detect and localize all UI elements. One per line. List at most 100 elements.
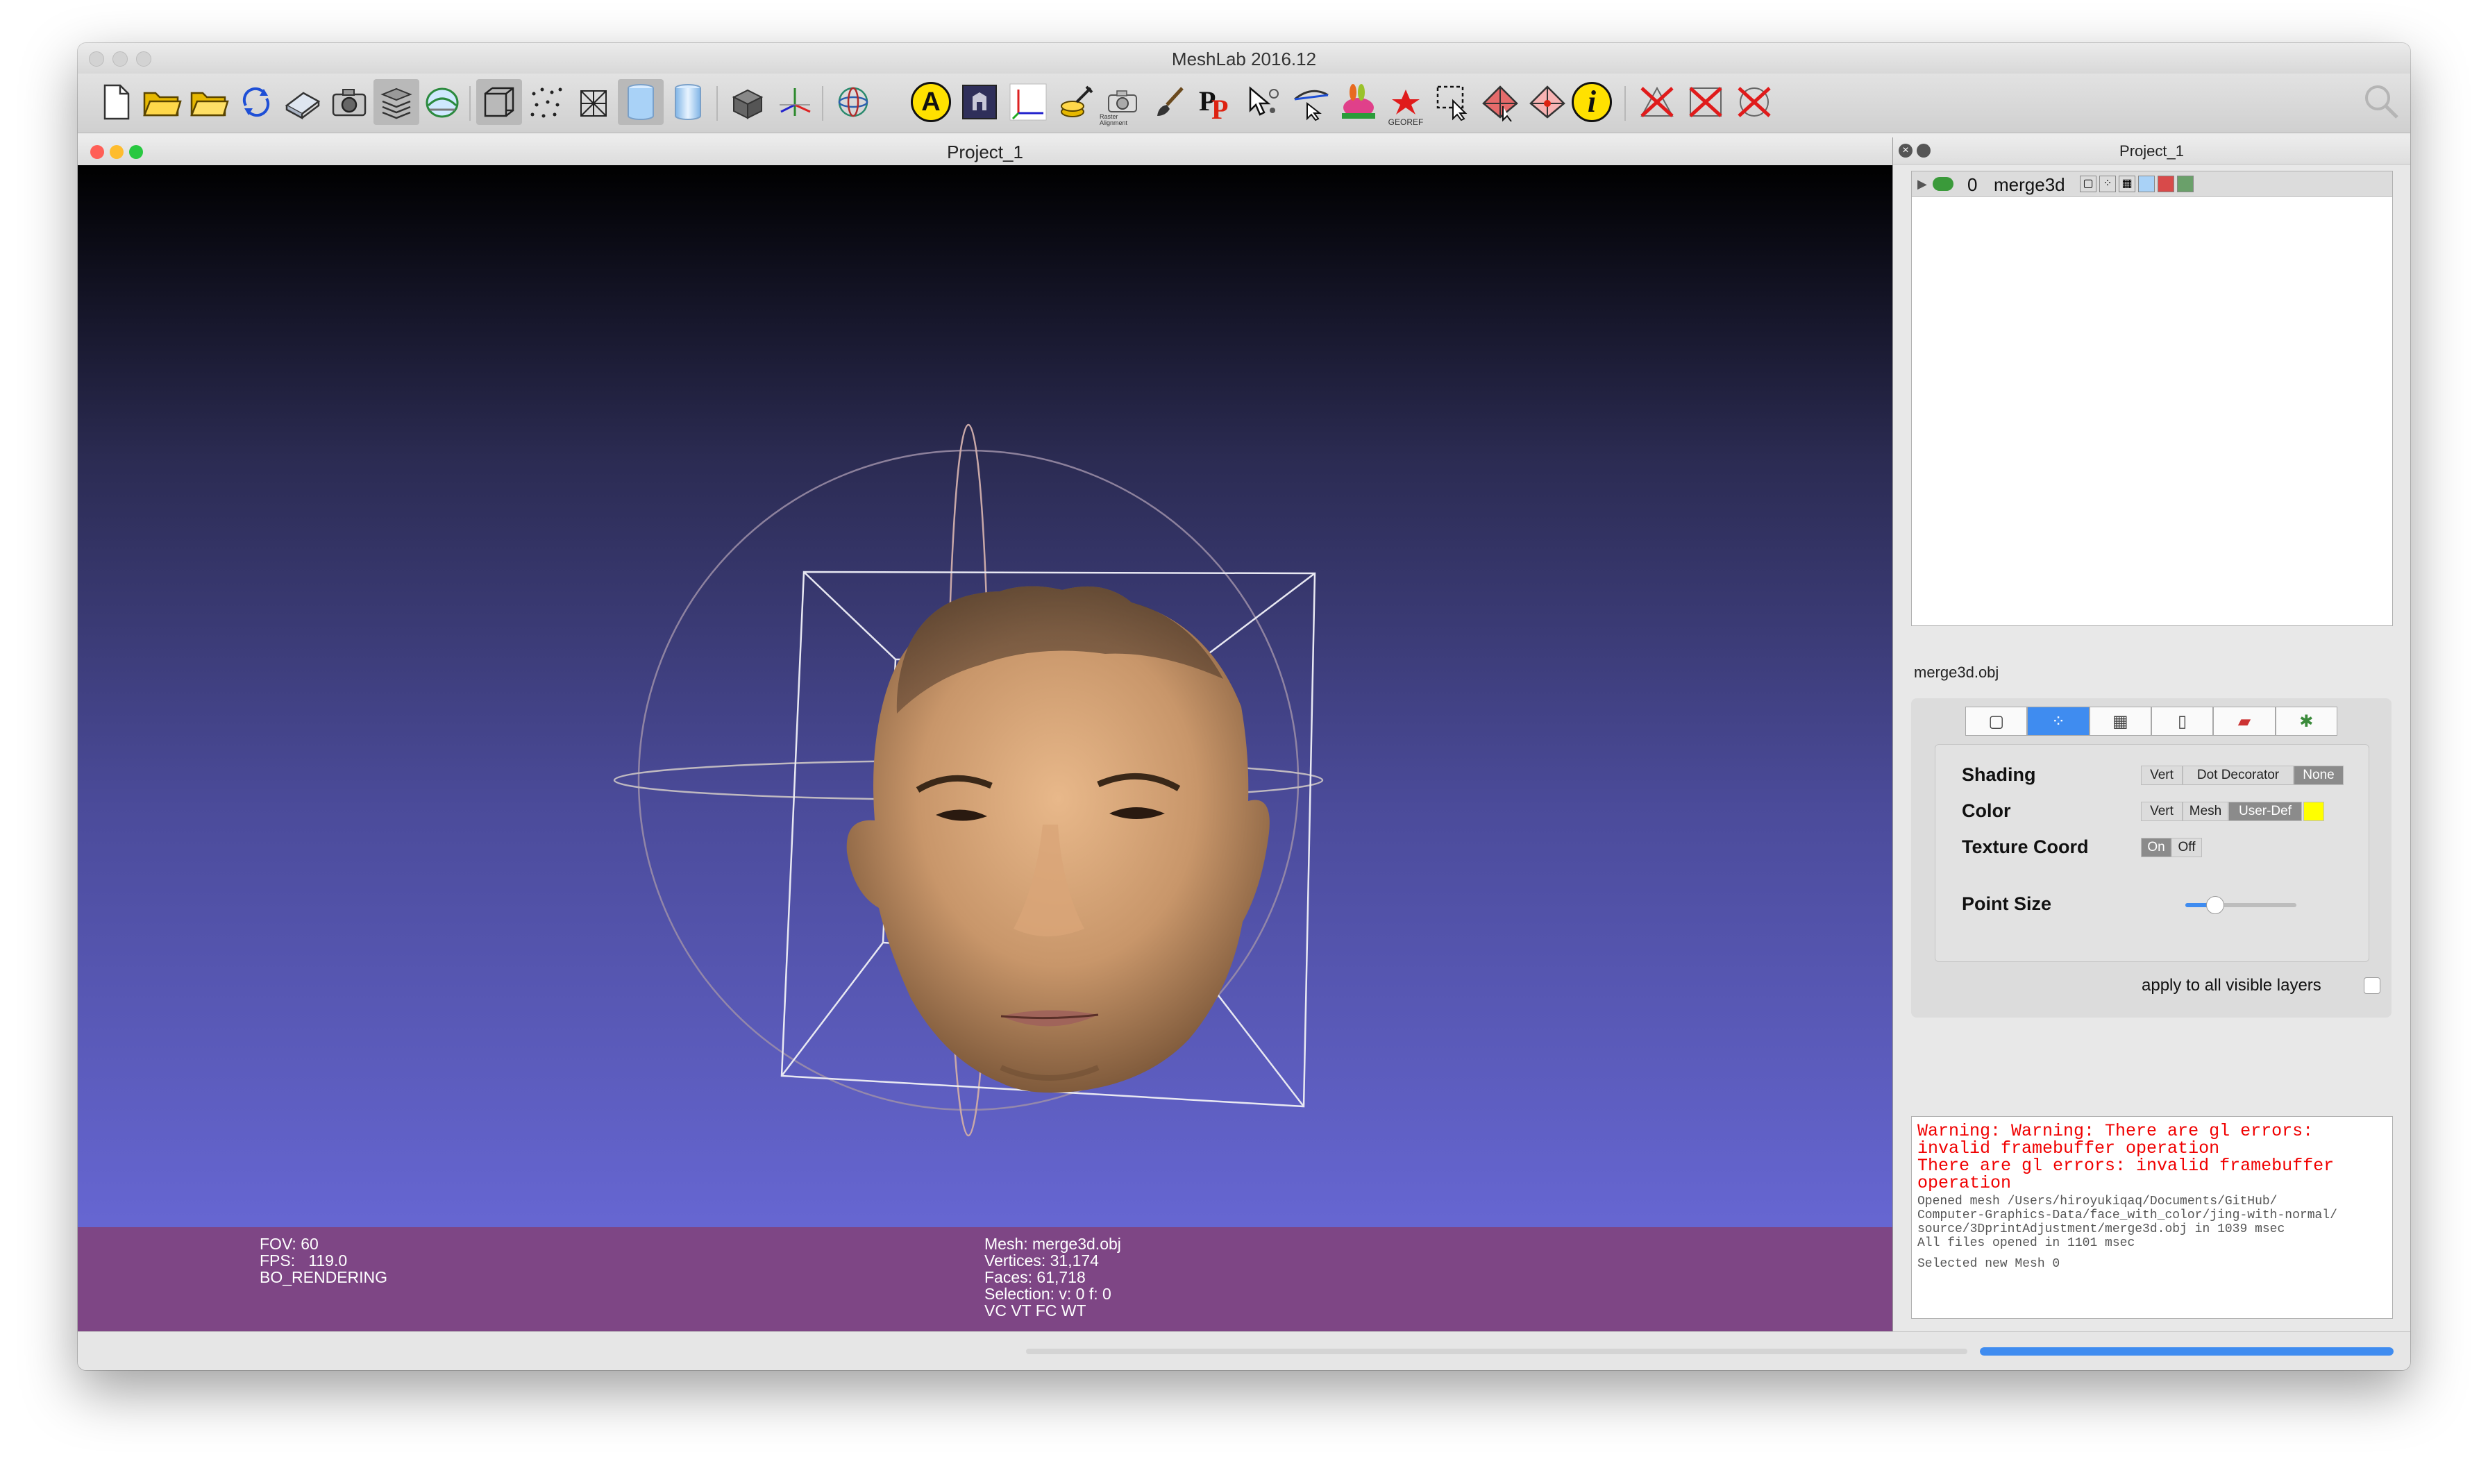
point-size-slider[interactable] [2185,896,2296,914]
camera-axes-icon[interactable] [1005,79,1051,125]
color-label: Color [1962,800,2011,821]
layer-dialog-header: × Project_1 [1893,137,2410,165]
trackball-icon[interactable] [830,79,876,125]
main-toolbar: A Raster Alignment PP GEOREF i [78,74,2410,133]
3d-viewport[interactable]: FOV: 60 FPS: 119.0 BO_RENDERING Mesh: me… [78,165,1892,1331]
shading-label: Shading [1962,764,2036,785]
rainbow-dome-icon[interactable] [419,79,465,125]
texture-coord-label: Texture Coord [1962,836,2089,857]
apply-all-layers-label: apply to all visible layers [2142,976,2321,995]
info-icon[interactable]: i [1572,82,1612,122]
raster-alignment-icon[interactable]: Raster Alignment [1100,79,1145,126]
grid-cube-icon[interactable] [725,79,771,125]
color-mesh-option[interactable]: Mesh [2183,802,2228,821]
horizontal-scrollbar[interactable] [1026,1349,1967,1354]
layer-list: ▶ 0 merge3d ▢ ⁘ ▦ [1911,171,2393,626]
delete-verts-icon[interactable] [1524,79,1570,125]
tab-solid-icon[interactable]: ▯ [2151,707,2214,736]
scene-svg [613,423,1324,1137]
layer-decorator-icon[interactable] [2177,176,2194,192]
meshlab-window: MeshLab 2016.12 A Raster Alignment P P G… [78,43,2410,1370]
layer-bbox-icon[interactable]: ▢ [2080,176,2096,192]
layer-texture-icon[interactable] [2158,176,2174,192]
log-info-line-2: Computer-Graphics-Data/face_with_color/j… [1917,1208,2337,1222]
pp-logo-icon[interactable]: PP [1194,79,1240,125]
svg-text:P: P [1211,94,1228,121]
tab-points-icon[interactable]: ⁘ [2027,707,2090,736]
layer-dialog: × Project_1 ▶ 0 merge3d ▢ ⁘ ▦ merge3d.ob… [1893,137,2410,1331]
visibility-eye-icon[interactable] [1933,177,1953,191]
point-properties-box: Shading Vert Dot Decorator None Color Ve… [1935,744,2369,962]
viewport-info-bar: FOV: 60 FPS: 119.0 BO_RENDERING Mesh: me… [78,1227,1892,1331]
snapshot-camera-icon[interactable] [326,79,372,125]
delete-x-3-icon[interactable] [1731,79,1777,125]
layer-dialog-title: Project_1 [2119,142,2184,160]
flat-shading-icon[interactable] [618,79,664,125]
axes-icon[interactable] [772,79,818,125]
delete-x-1-icon[interactable] [1634,79,1680,125]
layer-shade-icon[interactable] [2138,176,2155,192]
tab-texture-icon[interactable]: ▰ [2213,707,2276,736]
layer-points-icon[interactable]: ⁘ [2099,176,2116,192]
delete-faces-icon[interactable] [1477,79,1523,125]
expand-arrow-icon[interactable]: ▶ [1917,177,1927,192]
layer-name: merge3d [1994,174,2065,195]
pick-points-icon[interactable] [1241,79,1287,125]
georef-bunny-icon[interactable] [1336,79,1381,125]
app-title: MeshLab 2016.12 [1171,49,1317,69]
coins-icon[interactable] [1052,79,1098,125]
delete-x-2-icon[interactable] [1683,79,1729,125]
log-warning-line-3: There are gl errors: invalid framebuffer [1917,1156,2335,1176]
new-file-icon[interactable] [93,79,139,125]
user-color-swatch[interactable] [2303,802,2324,821]
title-bar: MeshLab 2016.12 [78,43,2410,74]
progress-bar-fill [1980,1347,2394,1356]
project-view-titlebar: Project_1 [78,137,1892,166]
tab-bbox-icon[interactable]: ▢ [1965,707,2028,736]
color-user-def-option[interactable]: User-Def [2228,802,2302,821]
project-view-title: Project_1 [947,142,1023,162]
open-project-icon[interactable] [186,79,232,125]
save-icon[interactable] [279,79,325,125]
dark-box-icon[interactable] [957,79,1002,125]
search-icon[interactable] [2359,79,2405,125]
log-warning-line-2: invalid framebuffer operation [1917,1138,2220,1158]
face-mesh [846,586,1270,1093]
layer-row[interactable]: ▶ 0 merge3d ▢ ⁘ ▦ [1912,171,2392,197]
raster-alignment-label: Raster Alignment [1100,113,1128,126]
shading-vert-option[interactable]: Vert [2141,766,2183,785]
smooth-shading-icon[interactable] [665,79,711,125]
log-area: Warning: Warning: There are gl errors: i… [1911,1116,2393,1319]
open-folder-icon[interactable] [139,79,185,125]
log-info-line-1: Opened mesh /Users/hiroyukiqaq/Documents… [1917,1195,2278,1208]
tab-decorator-icon[interactable]: ✱ [2275,707,2337,736]
mesh-info: Mesh: merge3d.obj Vertices: 31,174 Faces… [984,1235,1121,1319]
select-tool-icon[interactable] [1430,79,1476,125]
render-mode-tabs: ▢ ⁘ ▦ ▯ ▰ ✱ [1965,707,2337,736]
georef-star-icon[interactable]: GEOREF [1383,79,1429,126]
log-warning-line-4: operation [1917,1173,2012,1193]
selected-mesh-filename: merge3d.obj [1914,664,1999,681]
paintbrush-icon[interactable] [1147,79,1193,125]
bounding-box-icon[interactable] [476,79,522,125]
measure-tool-icon[interactable] [1288,79,1334,125]
reload-icon[interactable] [233,79,279,125]
shading-dot-decorator-option[interactable]: Dot Decorator [2183,766,2294,785]
wireframe-icon[interactable] [571,79,616,125]
layers-icon[interactable] [373,79,419,125]
color-vert-option[interactable]: Vert [2141,802,2183,821]
point-size-slider-handle[interactable] [2206,896,2225,914]
render-info: FOV: 60 FPS: 119.0 BO_RENDERING [260,1235,388,1286]
render-properties-panel: ▢ ⁘ ▦ ▯ ▰ ✱ Shading Vert Dot Decorator N… [1911,698,2392,1018]
apply-all-layers-checkbox[interactable] [2364,977,2380,994]
layer-wire-icon[interactable]: ▦ [2119,176,2135,192]
label-a-icon[interactable]: A [911,82,951,122]
shading-none-option[interactable]: None [2294,766,2344,785]
status-bar [78,1331,2410,1370]
texcoord-off-option[interactable]: Off [2171,838,2202,857]
points-icon[interactable] [523,79,569,125]
log-info-line-3: source/3DprintAdjustment/merge3d.obj in … [1917,1222,2285,1236]
log-info-line-5: Selected new Mesh 0 [1917,1257,2060,1271]
tab-wire-icon[interactable]: ▦ [2089,707,2151,736]
texcoord-on-option[interactable]: On [2141,838,2171,857]
